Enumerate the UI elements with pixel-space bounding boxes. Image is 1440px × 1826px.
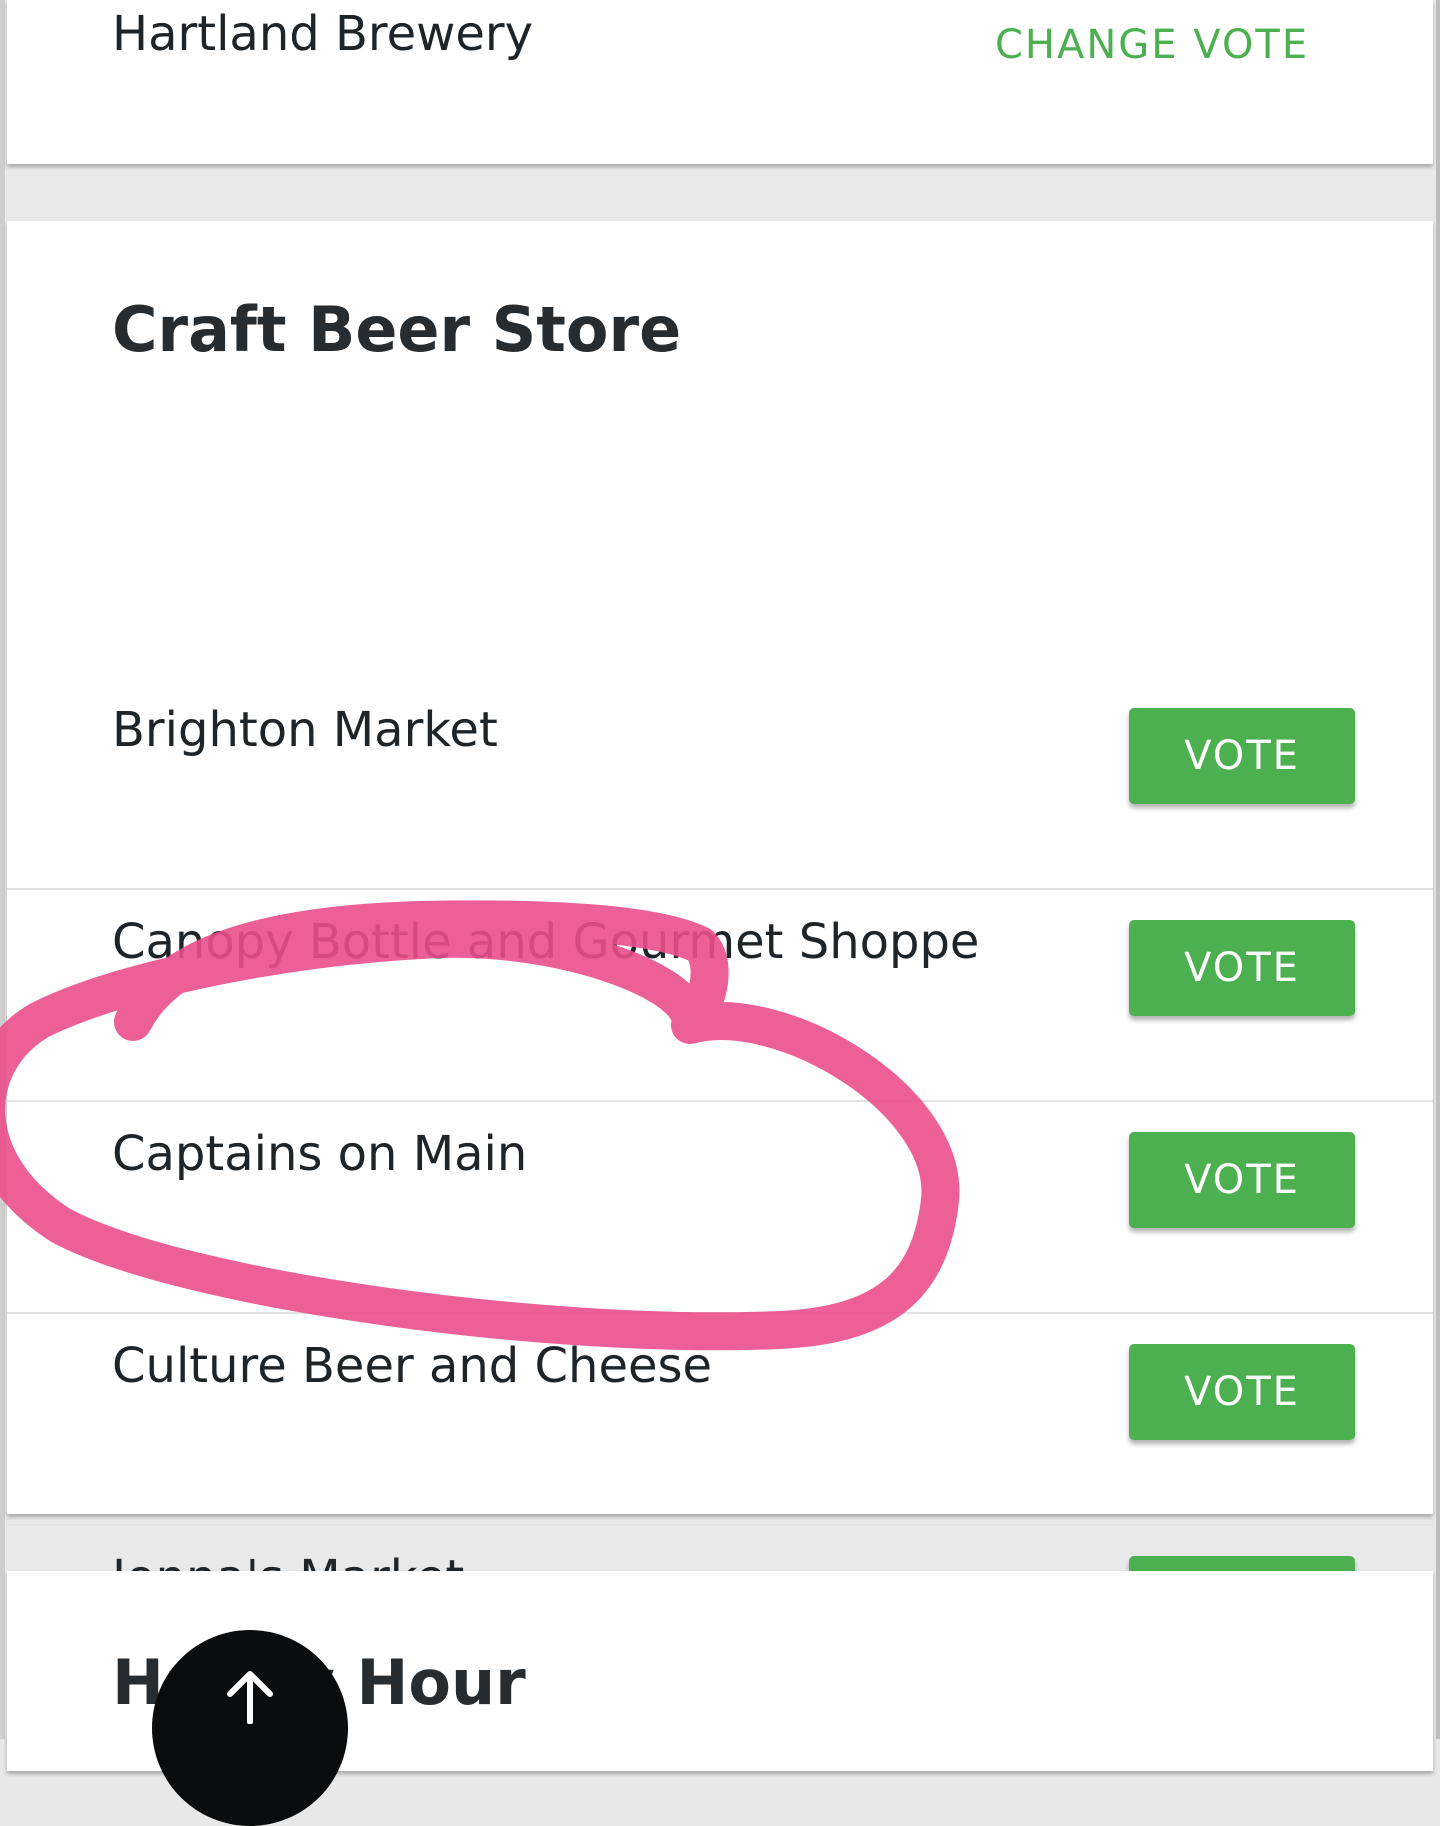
list-item: Culture Beer and Cheese VOTE [7, 1314, 1433, 1526]
selected-option-name: Hartland Brewery [112, 6, 534, 62]
list-item: Brighton Market VOTE [7, 678, 1433, 890]
left-edge [0, 0, 5, 1739]
arrow-up-icon [227, 1671, 273, 1724]
category-title: Craft Beer Store [112, 293, 682, 366]
option-name: Brighton Market [112, 702, 498, 758]
scroll-top-button[interactable] [152, 1630, 348, 1826]
option-name: Canopy Bottle and Gourmet Shoppe [112, 914, 980, 970]
list-item: Canopy Bottle and Gourmet Shoppe VOTE [7, 890, 1433, 1102]
voted-category-card: Hartland Brewery CHANGE VOTE [7, 0, 1433, 164]
vote-button[interactable]: VOTE [1129, 1344, 1355, 1440]
vote-button[interactable]: VOTE [1129, 1132, 1355, 1228]
vote-button[interactable]: VOTE [1129, 708, 1355, 804]
list-item: Captains on Main VOTE [7, 1102, 1433, 1314]
vote-button[interactable]: VOTE [1129, 920, 1355, 1016]
page: Hartland Brewery CHANGE VOTE Craft Beer … [0, 0, 1440, 1826]
option-name: Captains on Main [112, 1126, 528, 1182]
craft-beer-store-card: Craft Beer Store Brighton Market VOTE Ca… [7, 221, 1433, 1652]
right-edge [1436, 0, 1440, 1739]
option-name: Culture Beer and Cheese [112, 1338, 713, 1394]
change-vote-button[interactable]: CHANGE VOTE [995, 22, 1309, 68]
